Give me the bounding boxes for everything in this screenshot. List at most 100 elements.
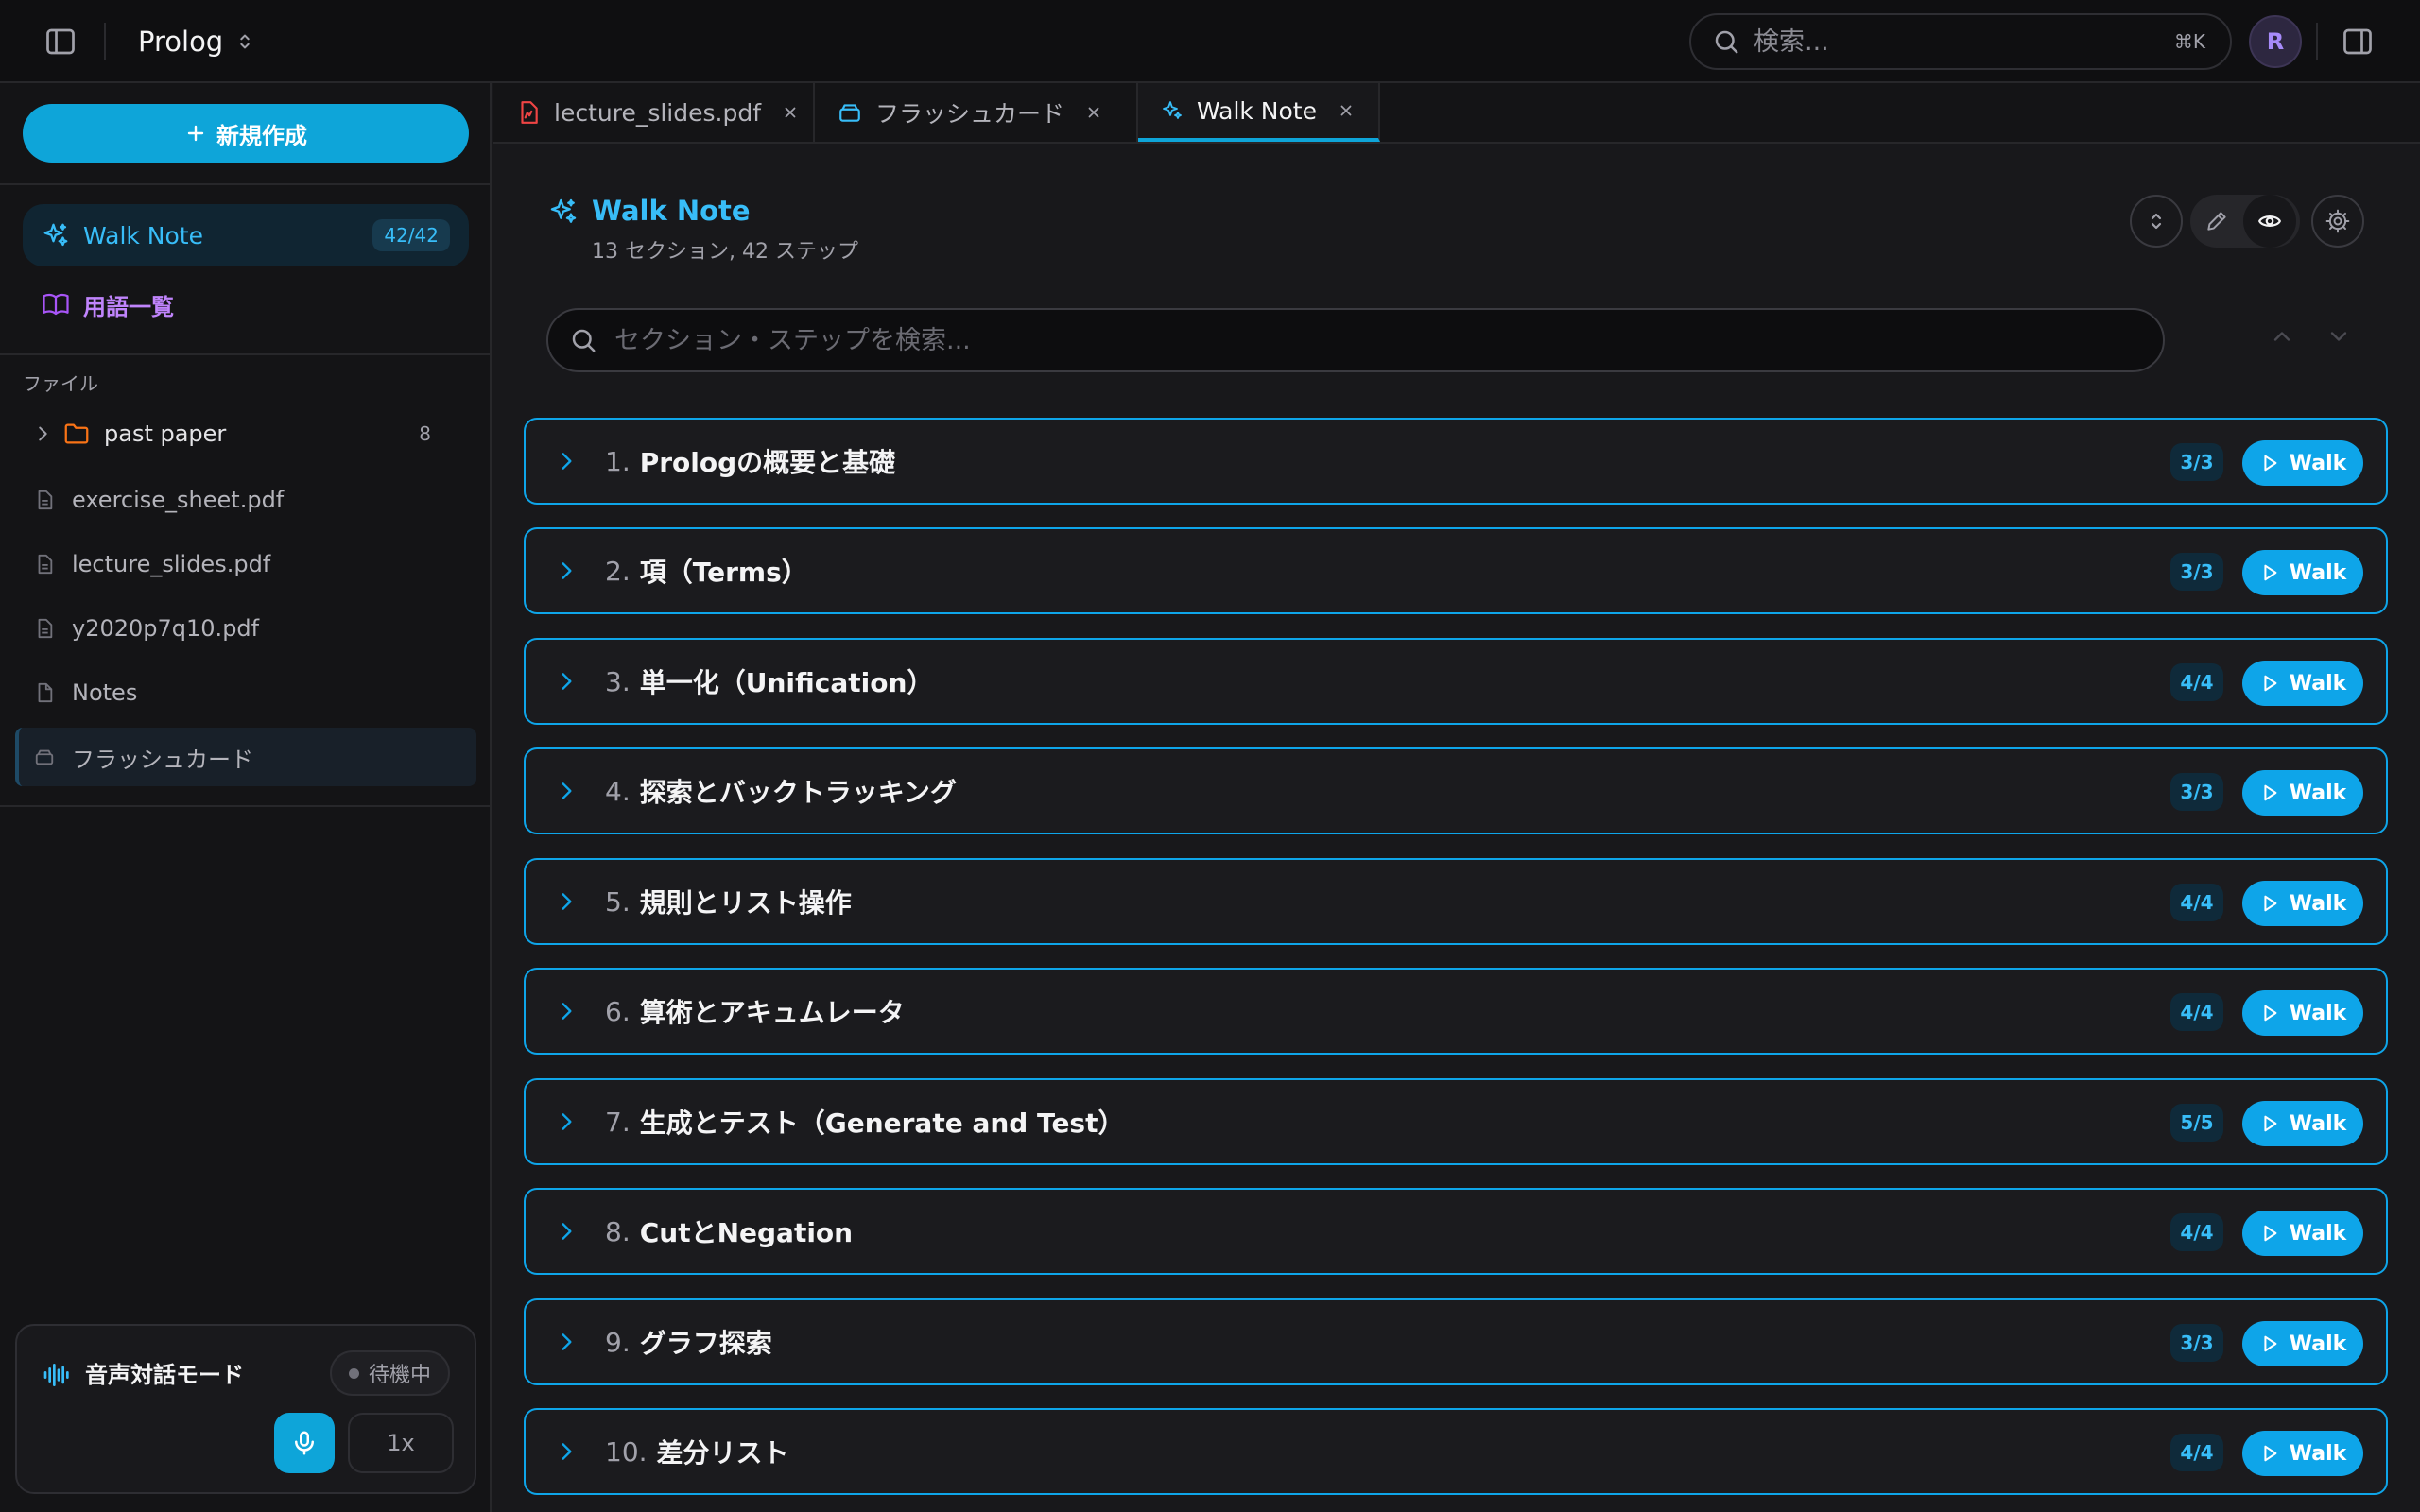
section-card[interactable]: 9. グラフ探索 3/3 Walk [524,1298,2388,1385]
file-item[interactable]: y2020p7q10.pdf [15,599,476,658]
settings-button[interactable] [2311,195,2364,248]
chevron-right-icon[interactable] [554,889,579,914]
tab-label: フラッシュカード [875,100,1065,128]
project-switcher[interactable]: Prolog [138,21,255,62]
mode-toggle-group [2190,195,2300,248]
close-icon[interactable] [1338,102,1355,119]
walk-button[interactable]: Walk [2242,1101,2363,1146]
walk-button[interactable]: Walk [2242,770,2363,816]
chevron-right-icon[interactable] [554,1109,579,1134]
tab-walk-note[interactable]: Walk Note [1138,83,1380,142]
avatar[interactable]: R [2249,15,2302,68]
file-item-selected[interactable]: フラッシュカード [15,728,476,786]
global-search-input[interactable] [1754,26,2174,57]
walk-button[interactable]: Walk [2242,1431,2363,1476]
new-button[interactable]: 新規作成 [23,104,469,163]
edit-mode-button[interactable] [2190,195,2243,248]
walk-button[interactable]: Walk [2242,990,2363,1036]
section-progress-badge: 4/4 [2170,663,2223,701]
sidebar-item-label: 用語一覧 [83,293,174,320]
chevron-right-icon[interactable] [554,1219,579,1244]
tab-flashcards[interactable]: フラッシュカード [815,83,1138,142]
section-progress-badge: 3/3 [2170,773,2223,811]
walk-button[interactable]: Walk [2242,661,2363,706]
folder-past-paper[interactable]: past paper 8 [15,404,476,463]
section-card[interactable]: 4. 探索とバックトラッキング 3/3 Walk [524,747,2388,834]
play-icon [2259,893,2280,914]
chevron-right-icon[interactable] [554,558,579,583]
tab-label: lecture_slides.pdf [554,98,762,127]
gear-icon [2325,209,2350,233]
sidebar-toggle-icon[interactable] [43,25,78,59]
view-mode-button[interactable] [2243,195,2296,248]
mic-button[interactable] [274,1413,335,1473]
close-icon[interactable] [782,104,799,121]
plus-icon [184,122,207,145]
section-progress-badge: 5/5 [2170,1104,2223,1142]
chevron-right-icon[interactable] [554,999,579,1023]
chevron-updown-icon [234,31,255,52]
section-progress-badge: 4/4 [2170,1213,2223,1251]
walk-button-label: Walk [2289,671,2347,696]
walk-button-label: Walk [2289,1441,2347,1466]
section-search[interactable] [546,308,2165,372]
chevron-right-icon[interactable] [554,449,579,473]
global-search[interactable]: ⌘K [1689,13,2232,70]
walk-button[interactable]: Walk [2242,550,2363,595]
walk-button[interactable]: Walk [2242,1321,2363,1366]
file-item[interactable]: lecture_slides.pdf [15,535,476,593]
voice-mode-title: 音声対話モード [85,1362,244,1388]
section-card[interactable]: 5. 規則とリスト操作 4/4 Walk [524,858,2388,945]
section-card[interactable]: 10. 差分リスト 4/4 Walk [524,1408,2388,1495]
walk-button[interactable]: Walk [2242,1211,2363,1256]
section-card[interactable]: 1. Prologの概要と基礎 3/3 Walk [524,418,2388,505]
collapse-toggle-button[interactable] [2130,195,2183,248]
pdf-icon [516,100,541,125]
folder-icon [62,420,91,448]
pencil-icon [2204,209,2229,233]
section-number: 4. [605,775,631,807]
close-icon[interactable] [1085,104,1102,121]
collapse-icon [2145,210,2168,232]
sidebar-item-walk-note[interactable]: Walk Note 42/42 [23,204,469,266]
walk-button[interactable]: Walk [2242,881,2363,926]
section-title: 規則とリスト操作 [639,887,852,919]
tab-label: Walk Note [1197,96,1317,125]
search-shortcut-hint: ⌘K [2173,30,2205,53]
status-dot [348,1367,359,1379]
chevron-up-icon[interactable] [2269,323,2295,350]
section-search-input[interactable] [614,325,2163,355]
section-card[interactable]: 3. 単一化（Unification） 4/4 Walk [524,638,2388,725]
right-panel-icon[interactable] [2341,25,2375,59]
section-card[interactable]: 2. 項（Terms） 3/3 Walk [524,527,2388,614]
section-progress-badge: 3/3 [2170,443,2223,481]
section-card[interactable]: 8. CutとNegation 4/4 Walk [524,1188,2388,1275]
chevron-right-icon[interactable] [554,1330,579,1354]
sidebar-item-label: Walk Note [83,221,203,249]
play-icon [2259,1443,2280,1464]
section-title: CutとNegation [639,1217,854,1248]
play-icon [2259,673,2280,694]
file-text-icon [34,490,55,510]
walk-button-label: Walk [2289,1221,2347,1246]
chevron-right-icon[interactable] [554,669,579,694]
file-item[interactable]: exercise_sheet.pdf [15,471,476,529]
file-icon [34,682,55,703]
chevron-down-icon[interactable] [2325,323,2352,350]
app-header: Prolog ⌘K R [0,0,2420,83]
tab-bar: lecture_slides.pdf フラッシュカード Walk Note [493,83,2420,144]
section-card[interactable]: 7. 生成とテスト（Generate and Test） 5/5 Walk [524,1078,2388,1165]
folder-count: 8 [419,422,431,445]
walk-button[interactable]: Walk [2242,440,2363,486]
file-item[interactable]: Notes [15,663,476,722]
speed-button[interactable]: 1x [348,1413,454,1473]
play-icon [2259,562,2280,583]
chevron-right-icon[interactable] [554,1439,579,1464]
tab-lecture-slides[interactable]: lecture_slides.pdf [493,83,815,142]
section-title: 探索とバックトラッキング [639,777,957,808]
chevron-right-icon[interactable] [554,779,579,803]
section-card[interactable]: 6. 算術とアキュムレータ 4/4 Walk [524,968,2388,1055]
play-icon [2259,782,2280,803]
section-number: 8. [605,1215,631,1247]
sidebar-item-glossary[interactable]: 用語一覧 [23,278,469,331]
